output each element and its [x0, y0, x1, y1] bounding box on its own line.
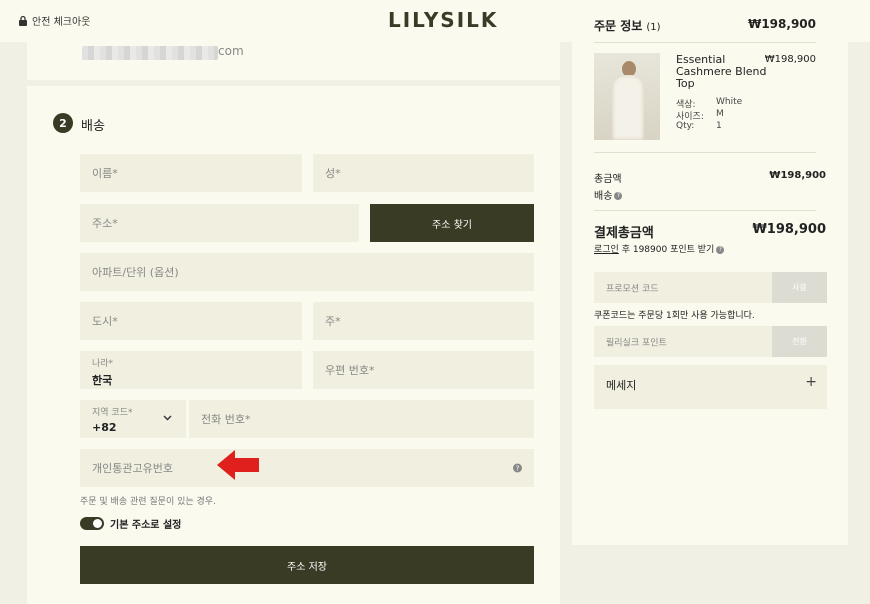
last-name-field[interactable]: 성*	[313, 154, 534, 192]
product-name[interactable]: Essential Cashmere Blend Top	[676, 54, 768, 90]
phone-field[interactable]: 전화 번호*	[189, 400, 534, 438]
find-address-button[interactable]: 주소 찾기	[370, 204, 534, 242]
red-arrow-icon	[217, 450, 259, 480]
shipping-section: 2 배송 이름* 성* 주소* 주소 찾기 아파트/단위 (옵션) 도시* 주*…	[27, 86, 560, 604]
city-placeholder: 도시*	[92, 315, 118, 328]
default-address-label: 기본 주소로 설정	[110, 520, 182, 531]
divider	[594, 152, 816, 153]
color-value: White	[716, 97, 743, 107]
area-code-value: +82	[92, 421, 117, 434]
state-placeholder: 주*	[325, 315, 341, 328]
divider	[594, 210, 816, 211]
login-link[interactable]: 로그인	[594, 245, 619, 255]
summary-total-top: ₩198,900	[748, 17, 816, 31]
address-placeholder: 주소*	[92, 217, 118, 230]
points-info: 로그인 후 198900 포인트 받기?	[594, 242, 725, 255]
convert-points-button[interactable]: 전환	[772, 326, 827, 357]
qty-label: Qty:	[676, 121, 695, 131]
promo-code-placeholder: 프로모션 코드	[606, 284, 659, 294]
points-placeholder: 릴리실크 포인트	[606, 338, 667, 348]
secure-checkout-label: 안전 체크아웃	[32, 17, 91, 28]
product-price: ₩198,900	[764, 54, 816, 65]
email-suffix: com	[218, 44, 244, 58]
divider	[594, 42, 816, 43]
first-name-placeholder: 이름*	[92, 167, 118, 180]
apartment-placeholder: 아파트/단위 (옵션)	[92, 266, 179, 279]
country-label: 나라*	[92, 359, 114, 369]
shipping-fee-text: 배송	[594, 191, 613, 202]
country-value: 한국	[92, 374, 113, 387]
customs-id-placeholder: 개인통관고유번호	[92, 462, 173, 475]
shipping-title: 배송	[81, 119, 105, 134]
apply-promo-button[interactable]: 사용	[772, 272, 827, 303]
email-card: com	[27, 42, 560, 80]
coupon-note: 쿠폰코드는 주문당 1회만 사용 가능합니다.	[594, 311, 755, 321]
size-value: M	[716, 109, 724, 119]
country-select[interactable]: 나라* 한국	[80, 351, 302, 389]
phone-placeholder: 전화 번호*	[201, 413, 251, 426]
promo-code-field[interactable]: 프로모션 코드 사용	[594, 272, 827, 303]
help-icon[interactable]: ?	[513, 463, 522, 473]
brand-logo[interactable]: LILYSILK	[388, 8, 498, 32]
points-field[interactable]: 릴리실크 포인트 전환	[594, 326, 827, 357]
subtotal-value: ₩198,900	[769, 170, 826, 181]
customs-id-field[interactable]: 개인통관고유번호 ?	[80, 449, 534, 487]
lock-icon	[19, 15, 27, 26]
help-icon[interactable]: ?	[614, 192, 623, 200]
area-code-select[interactable]: 지역 코드* +82	[80, 400, 186, 438]
city-field[interactable]: 도시*	[80, 302, 302, 340]
area-code-label: 지역 코드*	[92, 408, 133, 418]
save-address-button[interactable]: 주소 저장	[80, 546, 534, 584]
message-label: 메세지	[606, 379, 637, 392]
default-address-toggle[interactable]	[80, 517, 104, 530]
product-image[interactable]	[594, 53, 660, 140]
grand-total-value: ₩198,900	[752, 222, 826, 237]
plus-icon[interactable]: +	[805, 374, 817, 390]
shipping-fee-label: 배송?	[594, 187, 623, 202]
points-text: 후 198900 포인트 받기	[621, 245, 715, 255]
apartment-field[interactable]: 아파트/단위 (옵션)	[80, 253, 534, 291]
qty-value: 1	[716, 121, 722, 131]
secure-checkout: 안전 체크아웃	[18, 13, 90, 28]
email-redacted	[82, 46, 218, 60]
contact-hint: 주문 및 배송 관련 질문이 있는 경우.	[80, 497, 216, 507]
summary-count: (1)	[646, 22, 661, 33]
postal-code-placeholder: 우편 번호*	[325, 364, 375, 377]
summary-title-text: 주문 정보	[594, 19, 643, 33]
step-badge: 2	[53, 113, 73, 133]
help-icon[interactable]: ?	[716, 245, 725, 254]
message-section[interactable]: 메세지 +	[594, 365, 827, 409]
default-address-toggle-row: 기본 주소로 설정	[80, 516, 181, 531]
chevron-down-icon	[163, 415, 172, 421]
first-name-field[interactable]: 이름*	[80, 154, 302, 192]
address-field[interactable]: 주소*	[80, 204, 359, 242]
postal-code-field[interactable]: 우편 번호*	[313, 351, 534, 389]
summary-title: 주문 정보 (1)	[594, 17, 661, 34]
order-summary: 주문 정보 (1) ₩198,900 Essential Cashmere Ble…	[572, 0, 848, 545]
grand-total-label: 결제총금액	[594, 226, 654, 241]
subtotal-label: 총금액	[594, 174, 622, 185]
state-field[interactable]: 주*	[313, 302, 534, 340]
last-name-placeholder: 성*	[325, 167, 341, 180]
